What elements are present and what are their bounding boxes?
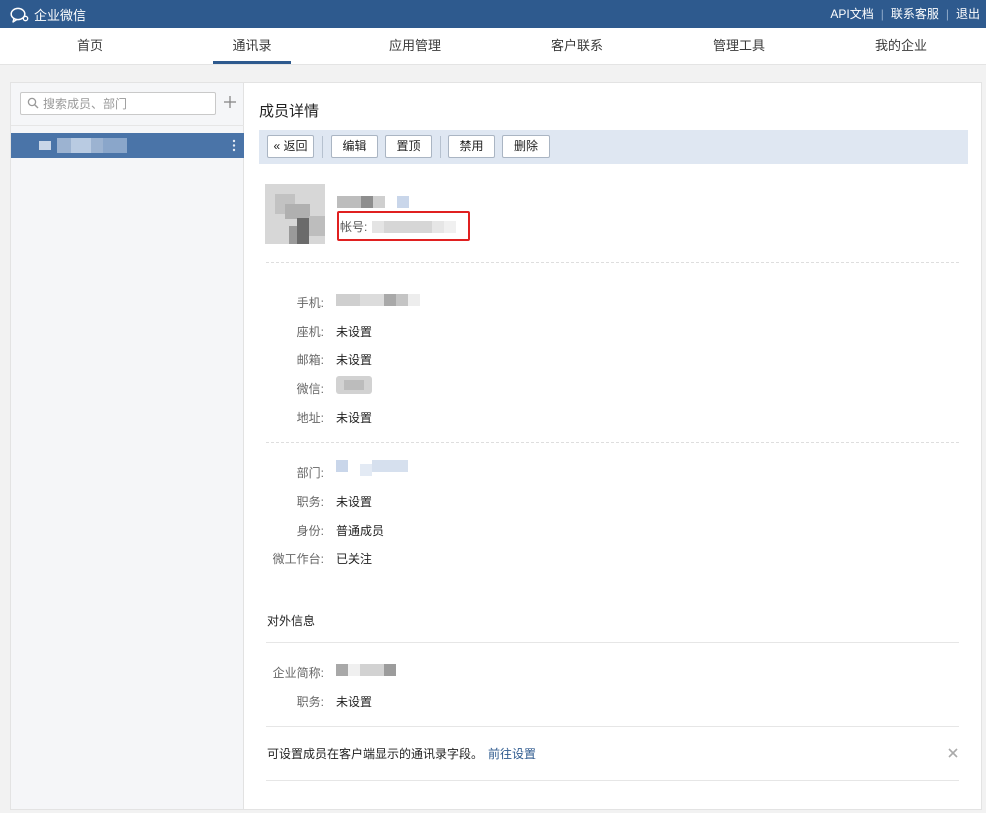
workbench-value: 已关注 [336,552,373,566]
page-title: 成员详情 [259,103,320,120]
nav-customer-contact[interactable]: 客户联系 [536,28,618,64]
position-value: 未设置 [336,495,373,509]
toolbar-divider [440,136,441,158]
back-button[interactable]: « 返回 [267,135,314,158]
external-position-label: 职务: [296,695,324,709]
disable-button[interactable]: 禁用 [448,135,495,158]
api-docs-link[interactable]: API文档 [830,5,873,22]
top-bar: 企业微信 API文档 | 联系客服 | 退出 [0,0,986,28]
member-list-item-selected[interactable] [11,133,244,158]
section-divider [266,442,959,443]
identity-label: 身份: [296,524,324,538]
settings-notice: 可设置成员在客户端显示的通讯录字段。 前往设置 [267,745,536,762]
nav-home[interactable]: 首页 [50,28,130,64]
wechat-label: 微信: [296,382,324,396]
nav-app-management[interactable]: 应用管理 [374,28,456,64]
section-divider [266,726,959,727]
address-label: 地址: [296,411,324,425]
go-to-settings-link[interactable]: 前往设置 [488,747,536,761]
pin-button[interactable]: 置顶 [385,135,432,158]
redacted-company-name [336,664,396,676]
contact-support-link[interactable]: 联系客服 [891,5,939,22]
section-divider [266,780,959,781]
redacted-department [336,460,408,476]
department-label: 部门: [296,466,324,480]
link-separator: | [945,6,949,21]
edit-button[interactable]: 编辑 [331,135,378,158]
close-icon[interactable] [947,747,959,759]
sidebar-divider [11,125,244,126]
nav-contacts[interactable]: 通讯录 [213,28,291,64]
redacted-member-name [103,138,127,153]
position-label: 职务: [296,495,324,509]
search-input[interactable] [43,95,211,112]
nav-my-enterprise[interactable]: 我的企业 [860,28,942,64]
main-nav: 首页 通讯录 应用管理 客户联系 管理工具 我的企业 [0,28,986,65]
more-options-icon[interactable] [232,139,236,152]
toolbar-divider [322,136,323,158]
member-detail: 成员详情 « 返回 编辑 置顶 禁用 删除 帐号: 手机: 座机: 未设置 邮箱… [244,83,981,809]
email-value: 未设置 [336,353,373,367]
top-links: API文档 | 联系客服 | 退出 [830,5,980,22]
search-icon [27,97,39,109]
search-box [20,92,216,115]
email-label: 邮箱: [296,353,324,367]
redacted-member-name [71,138,91,153]
nav-management-tools[interactable]: 管理工具 [698,28,780,64]
section-divider [266,642,959,643]
brand-name: 企业微信 [34,8,87,23]
address-value: 未设置 [336,411,373,425]
phone-label: 手机: [296,296,324,310]
link-separator: | [880,6,884,21]
workbench-label: 微工作台: [272,552,324,566]
external-position-value: 未设置 [336,695,373,709]
add-icon[interactable] [222,94,238,110]
contacts-sidebar [11,83,244,809]
account-label: 帐号: [340,220,368,234]
redacted-phone [336,294,420,306]
identity-value: 普通成员 [336,524,385,538]
avatar [265,184,325,244]
notice-text: 可设置成员在客户端显示的通讯录字段。 [267,747,484,761]
detail-toolbar: « 返回 编辑 置顶 禁用 删除 [259,130,968,164]
landline-label: 座机: [296,325,324,339]
redacted-member-name [39,141,51,150]
company-short-name-label: 企业简称: [272,666,324,680]
delete-button[interactable]: 删除 [502,135,550,158]
external-info-title: 对外信息 [267,614,316,628]
contacts-panel: 成员详情 « 返回 编辑 置顶 禁用 删除 帐号: [10,82,982,810]
brand[interactable]: 企业微信 [10,5,86,24]
redacted-wechat [336,376,372,394]
section-divider [266,262,959,263]
landline-value: 未设置 [336,325,373,339]
wecom-logo-icon [10,7,29,23]
logout-link[interactable]: 退出 [956,5,980,22]
